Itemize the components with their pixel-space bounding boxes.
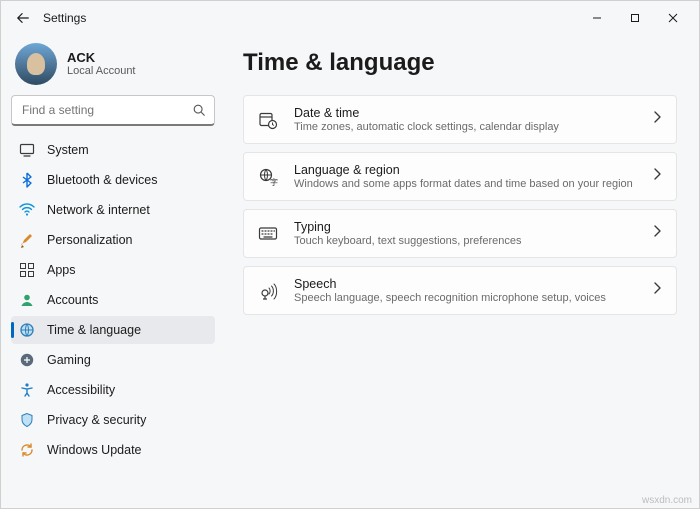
sidebar-item-accounts[interactable]: Accounts (11, 286, 215, 314)
svg-text:字: 字 (270, 177, 278, 187)
title-bar: Settings (1, 1, 699, 35)
sidebar-item-label: Network & internet (47, 203, 150, 217)
sidebar-item-label: Accessibility (47, 383, 115, 397)
card-sub: Windows and some apps format dates and t… (294, 178, 636, 190)
profile-name: ACK (67, 50, 136, 66)
keyboard-icon (258, 224, 278, 244)
card-title: Typing (294, 220, 636, 234)
card-text: Language & region Windows and some apps … (294, 163, 636, 190)
sidebar-item-label: Apps (47, 263, 76, 277)
card-typing[interactable]: Typing Touch keyboard, text suggestions,… (243, 209, 677, 258)
apps-icon (19, 262, 35, 278)
gaming-icon (19, 352, 35, 368)
globe-clock-icon (19, 322, 35, 338)
update-icon (19, 442, 35, 458)
sidebar-item-label: Bluetooth & devices (47, 173, 158, 187)
card-sub: Speech language, speech recognition micr… (294, 292, 636, 304)
watermark: wsxdn.com (642, 495, 692, 506)
card-speech[interactable]: Speech Speech language, speech recogniti… (243, 266, 677, 315)
card-text: Date & time Time zones, automatic clock … (294, 106, 636, 133)
bluetooth-icon (19, 172, 35, 188)
sidebar-item-label: Gaming (47, 353, 91, 367)
maximize-button[interactable] (617, 4, 653, 32)
person-icon (19, 292, 35, 308)
sidebar-item-accessibility[interactable]: Accessibility (11, 376, 215, 404)
sidebar-item-label: Time & language (47, 323, 141, 337)
card-date-time[interactable]: Date & time Time zones, automatic clock … (243, 95, 677, 144)
search-input[interactable] (20, 102, 192, 118)
sidebar-item-label: Accounts (47, 293, 98, 307)
speech-icon (258, 281, 278, 301)
card-sub: Time zones, automatic clock settings, ca… (294, 121, 636, 133)
search-icon (192, 103, 206, 117)
card-title: Language & region (294, 163, 636, 177)
card-title: Speech (294, 277, 636, 291)
card-language-region[interactable]: 字 Language & region Windows and some app… (243, 152, 677, 201)
sidebar-item-personalization[interactable]: Personalization (11, 226, 215, 254)
chevron-right-icon (652, 224, 662, 243)
profile[interactable]: ACK Local Account (11, 37, 215, 95)
body: ACK Local Account System Bluetooth & dev… (1, 35, 699, 508)
chevron-right-icon (652, 281, 662, 300)
page-title: Time & language (243, 49, 677, 77)
globe-char-icon: 字 (258, 167, 278, 187)
card-title: Date & time (294, 106, 636, 120)
profile-sub: Local Account (67, 65, 136, 78)
sidebar-item-label: Personalization (47, 233, 132, 247)
calendar-clock-icon (258, 110, 278, 130)
sidebar-item-label: Privacy & security (47, 413, 146, 427)
card-sub: Touch keyboard, text suggestions, prefer… (294, 235, 636, 247)
sidebar-item-windows-update[interactable]: Windows Update (11, 436, 215, 464)
minimize-button[interactable] (579, 4, 615, 32)
chevron-right-icon (652, 110, 662, 129)
sidebar-item-label: Windows Update (47, 443, 142, 457)
sidebar-item-time-language[interactable]: Time & language (11, 316, 215, 344)
chevron-right-icon (652, 167, 662, 186)
system-icon (19, 142, 35, 158)
main-content: Time & language Date & time Time zones, … (225, 35, 699, 508)
sidebar: ACK Local Account System Bluetooth & dev… (1, 35, 225, 508)
close-icon (668, 13, 678, 23)
profile-text: ACK Local Account (67, 50, 136, 79)
card-text: Typing Touch keyboard, text suggestions,… (294, 220, 636, 247)
maximize-icon (630, 13, 640, 23)
avatar (15, 43, 57, 85)
search-box[interactable] (11, 95, 215, 126)
shield-icon (19, 412, 35, 428)
sidebar-item-label: System (47, 143, 89, 157)
back-arrow-icon (16, 11, 30, 25)
paintbrush-icon (19, 232, 35, 248)
card-text: Speech Speech language, speech recogniti… (294, 277, 636, 304)
minimize-icon (592, 13, 602, 23)
window-title: Settings (43, 11, 86, 25)
back-button[interactable] (9, 4, 37, 32)
sidebar-item-gaming[interactable]: Gaming (11, 346, 215, 374)
sidebar-item-bluetooth[interactable]: Bluetooth & devices (11, 166, 215, 194)
sidebar-item-privacy[interactable]: Privacy & security (11, 406, 215, 434)
settings-window: Settings ACK Local Account (0, 0, 700, 509)
window-controls (579, 4, 691, 32)
sidebar-item-network[interactable]: Network & internet (11, 196, 215, 224)
wifi-icon (19, 202, 35, 218)
close-button[interactable] (655, 4, 691, 32)
sidebar-item-apps[interactable]: Apps (11, 256, 215, 284)
accessibility-icon (19, 382, 35, 398)
nav: System Bluetooth & devices Network & int… (11, 136, 215, 464)
sidebar-item-system[interactable]: System (11, 136, 215, 164)
